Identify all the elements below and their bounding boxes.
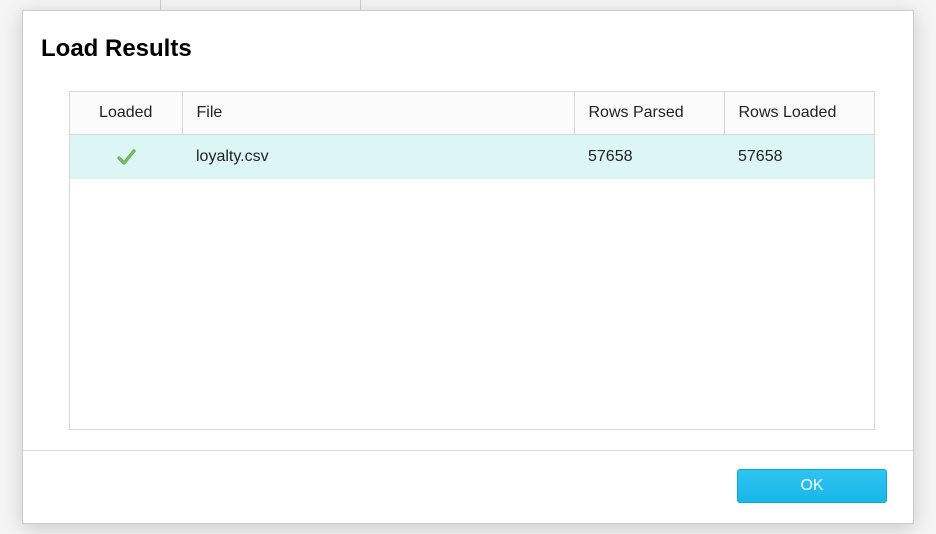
- column-header-rows-loaded: Rows Loaded: [724, 92, 874, 135]
- results-table: Loaded File Rows Parsed Rows Loaded: [70, 92, 874, 179]
- dialog-footer: OK: [23, 450, 913, 523]
- ok-button[interactable]: OK: [737, 469, 887, 503]
- column-header-rows-parsed: Rows Parsed: [574, 92, 724, 135]
- dialog-title: Load Results: [41, 35, 875, 63]
- checkmark-icon: [116, 148, 136, 165]
- column-header-file: File: [182, 92, 574, 135]
- column-header-loaded: Loaded: [70, 92, 182, 135]
- cell-rows-parsed: 57658: [574, 135, 724, 180]
- table-header-row: Loaded File Rows Parsed Rows Loaded: [70, 92, 874, 135]
- load-results-dialog: Load Results Loaded File Rows Parsed Row…: [22, 10, 914, 524]
- cell-file: loyalty.csv: [182, 135, 574, 180]
- dialog-body: Load Results Loaded File Rows Parsed Row…: [23, 11, 913, 450]
- results-table-container: Loaded File Rows Parsed Rows Loaded: [69, 91, 875, 430]
- cell-rows-loaded: 57658: [724, 135, 874, 180]
- table-row: loyalty.csv 57658 57658: [70, 135, 874, 180]
- cell-loaded-status: [70, 135, 182, 180]
